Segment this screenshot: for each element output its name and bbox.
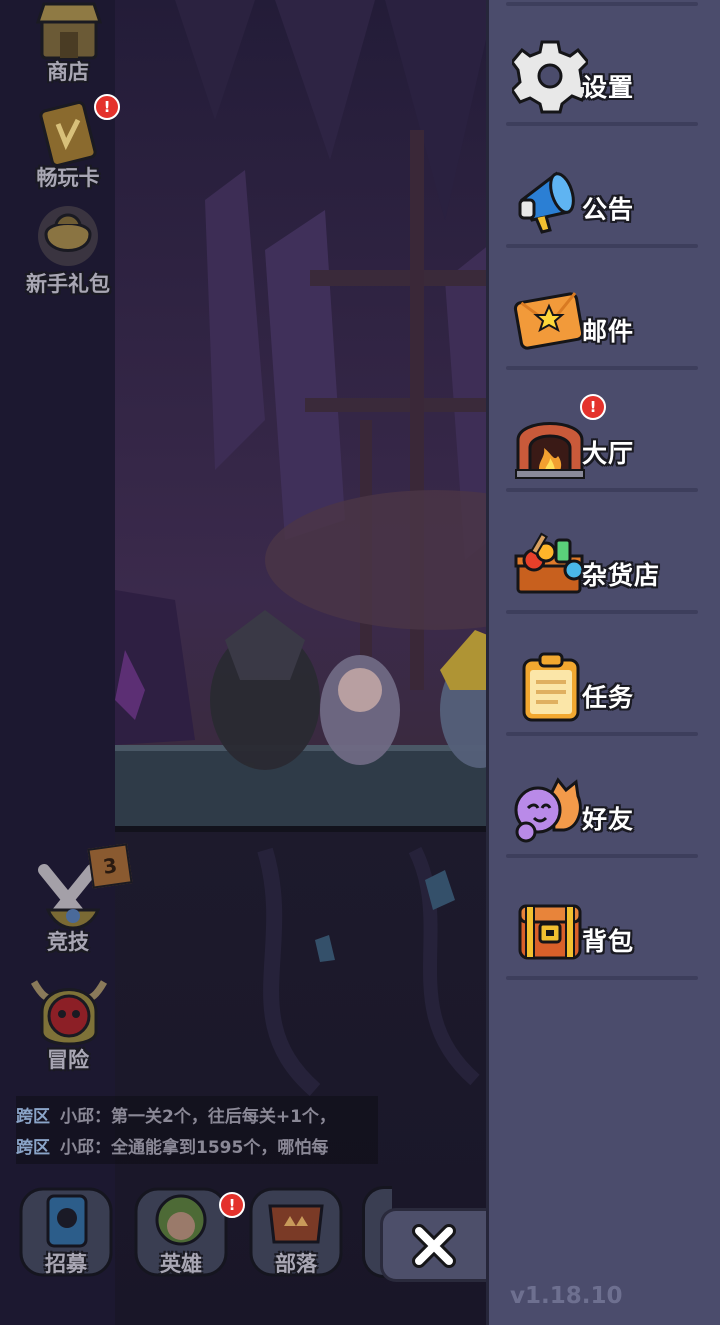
settings-label: 设置: [582, 73, 635, 102]
chat-message: 全通能拿到1595个，哪怕每: [111, 1138, 329, 1158]
game-scene: 商店 ! 畅玩卡 新手礼包 3 竞技 冒险 跨区 小邱：第一关2个，往后每关+1…: [0, 0, 490, 1325]
shop-label: 商店: [47, 60, 89, 84]
adventure-label: 冒险: [47, 1048, 89, 1072]
friends-label: 好友: [582, 805, 635, 834]
menu-separator: [506, 366, 698, 370]
fireplace-hall-icon: [515, 422, 585, 479]
close-menu-button[interactable]: [380, 1208, 486, 1282]
grocery-store-label: 杂货店: [582, 561, 661, 590]
hero-alert-badge: !: [219, 1192, 245, 1218]
announcement-menu-item[interactable]: 公告: [506, 130, 700, 248]
recruit-label: 招募: [45, 1252, 87, 1276]
menu-separator: [506, 976, 698, 980]
version-label: v1.18.10: [510, 1283, 623, 1309]
hall-alert-badge: !: [580, 394, 606, 420]
task-label: 任务: [582, 683, 635, 712]
task-clipboard-icon: [522, 652, 580, 722]
friends-menu-item[interactable]: 好友: [506, 740, 700, 858]
chat-message: 第一关2个，往后每关+1个，: [111, 1107, 336, 1127]
recruit-button[interactable]: 招募: [18, 1186, 114, 1278]
grocery-chest-icon: [514, 532, 585, 594]
menu-separator: [506, 854, 698, 858]
starter-gift-button[interactable]: 新手礼包: [18, 206, 118, 298]
play-card-label: 畅玩卡: [36, 166, 100, 190]
mail-menu-item[interactable]: 邮件: [506, 252, 700, 370]
arena-button[interactable]: 3 竞技: [18, 842, 133, 954]
close-x-icon: [412, 1224, 456, 1268]
skull-adventure-icon: [30, 980, 108, 1046]
chat-line: 跨区 小邱：第一关2个，往后每关+1个，: [16, 1102, 486, 1132]
hall-menu-item[interactable]: ! 大厅: [506, 374, 700, 492]
megaphone-icon: [518, 171, 575, 234]
starter-gift-label: 新手礼包: [26, 272, 110, 296]
adventure-button[interactable]: 冒险: [18, 972, 118, 1076]
play-card-alert-badge: !: [94, 94, 120, 120]
mail-icon: [513, 292, 585, 350]
backpack-menu-item[interactable]: 背包: [506, 862, 700, 980]
mail-label: 邮件: [582, 317, 635, 346]
hall-label: 大厅: [582, 439, 635, 468]
menu-separator: [506, 122, 698, 126]
chat-sender: 小邱：: [60, 1107, 111, 1127]
panel-top-separator: [506, 2, 698, 6]
chat-sender: 小邱：: [60, 1138, 111, 1158]
arena-label: 竞技: [47, 930, 89, 954]
shop-button[interactable]: 商店: [18, 0, 118, 90]
announcement-label: 公告: [582, 195, 635, 224]
gift-bag-icon: [38, 206, 98, 266]
chat-channel-tag: 跨区: [16, 1107, 50, 1127]
friends-icon: [514, 777, 582, 843]
menu-separator: [506, 732, 698, 736]
chat-channel-tag: 跨区: [16, 1138, 50, 1158]
menu-separator: [506, 610, 698, 614]
hero-button[interactable]: ! 英雄: [133, 1186, 245, 1278]
grocery-store-menu-item[interactable]: 杂货店: [506, 496, 700, 614]
play-card-icon: [39, 101, 97, 167]
menu-separator: [506, 244, 698, 248]
play-card-button[interactable]: ! 畅玩卡: [18, 94, 120, 190]
tribe-label: 部落: [275, 1252, 317, 1276]
shop-icon: [35, 2, 103, 60]
backpack-chest-icon: [518, 904, 582, 960]
menu-separator: [506, 488, 698, 492]
arena-count-badge: 3: [87, 843, 133, 889]
task-menu-item[interactable]: 任务: [506, 618, 700, 736]
hero-label: 英雄: [160, 1252, 202, 1276]
chat-line: 跨区 小邱：全通能拿到1595个，哪怕每: [16, 1133, 486, 1163]
gear-icon: [512, 40, 588, 114]
settings-menu-item[interactable]: 设置: [506, 8, 700, 126]
backpack-label: 背包: [582, 927, 635, 956]
tribe-button[interactable]: 部落: [248, 1186, 344, 1278]
